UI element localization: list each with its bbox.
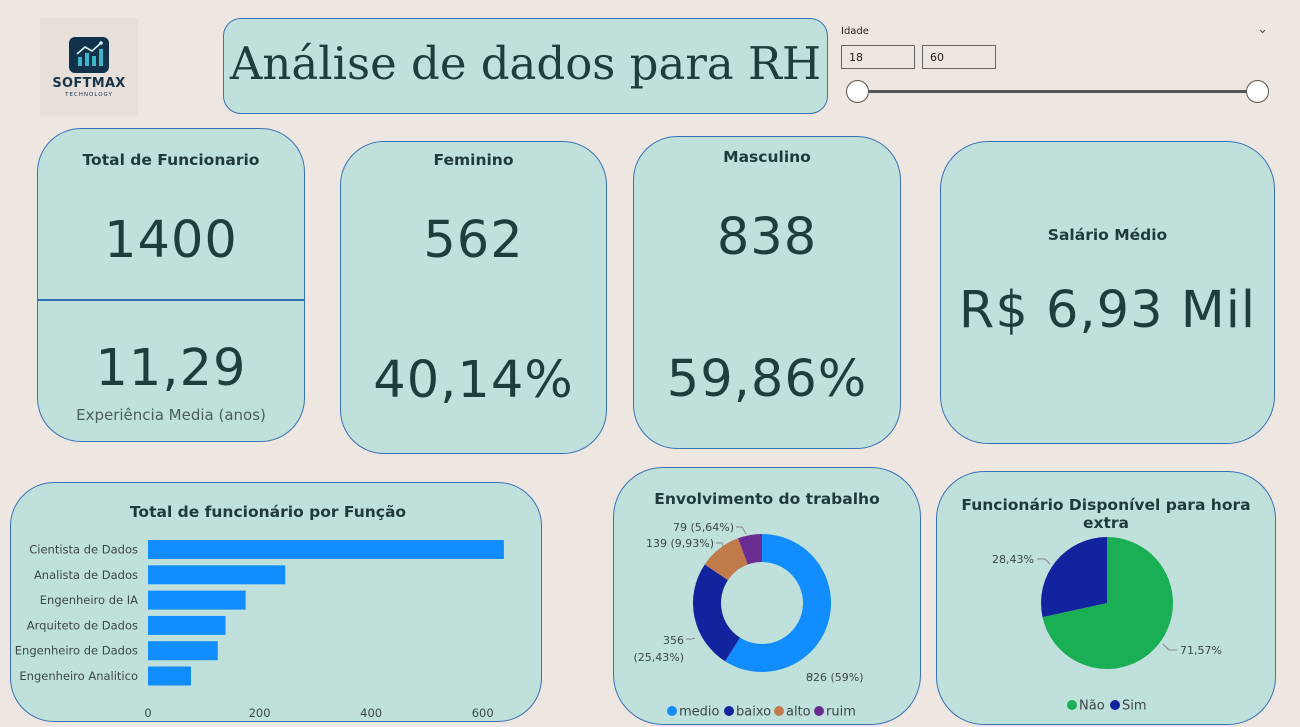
slider-min-handle[interactable] xyxy=(846,80,869,103)
bar-category-label: Engenheiro Analitico xyxy=(19,669,138,683)
bar-category-label: Analista de Dados xyxy=(34,568,138,582)
leader-line xyxy=(1037,558,1051,565)
age-min-input[interactable]: 18 xyxy=(841,45,915,69)
legend-label-Não: Não xyxy=(1079,699,1105,714)
slicer-label: Idade xyxy=(841,26,869,37)
salary-title: Salário Médio xyxy=(1047,226,1168,244)
male-card: Masculino 838 59,86% xyxy=(633,136,901,449)
experience-value: 11,29 xyxy=(95,339,247,398)
slice-label-medio: 826 (59%) xyxy=(806,671,864,684)
logo-tagline: TECHNOLOGY xyxy=(65,92,113,98)
leader-line xyxy=(1162,643,1177,651)
bar xyxy=(148,615,226,635)
salary-card: Salário Médio R$ 6,93 Mil xyxy=(940,141,1275,444)
legend-label-baixo: baixo xyxy=(736,705,771,720)
legend-label-ruim: ruim xyxy=(826,705,856,720)
female-percent: 40,14% xyxy=(373,351,574,410)
slider-track[interactable] xyxy=(857,90,1257,93)
age-max-input[interactable]: 60 xyxy=(922,45,996,69)
bar-category-label: Cientista de Dados xyxy=(29,543,138,557)
age-range-slicer[interactable]: Idade ⌄ 18 60 xyxy=(838,22,1274,112)
legend-marker-ruim xyxy=(814,706,824,716)
bar xyxy=(148,666,191,686)
legend-label-alto: alto xyxy=(786,705,811,720)
x-tick-label: 200 xyxy=(249,706,271,720)
role-bar-chart-card: Total de funcionário por Função Cientist… xyxy=(10,482,542,722)
male-percent: 59,86% xyxy=(666,350,868,409)
company-logo: SOFTMAX TECHNOLOGY xyxy=(40,18,138,116)
male-count: 838 xyxy=(716,208,818,267)
slice-label-baixo: 356 xyxy=(663,634,684,647)
donut-chart: 826 (59%) 356 (25,43%) 139 (9,93%) 79 (5,64%… xyxy=(633,521,864,720)
leader-line xyxy=(686,637,696,640)
slider-max-handle[interactable] xyxy=(1246,80,1269,103)
logo-name: SOFTMAX xyxy=(52,76,126,91)
legend-marker-Não xyxy=(1067,700,1077,710)
x-tick-label: 400 xyxy=(360,706,382,720)
bar xyxy=(148,565,286,585)
female-count: 562 xyxy=(423,211,524,270)
chart-growth-icon xyxy=(69,37,109,73)
legend-label-medio: medio xyxy=(679,705,720,720)
title-panel: Análise de dados para RH xyxy=(223,18,828,114)
bar-chart: Cientista de Dados Analista de Dados Engen… xyxy=(15,540,504,720)
total-employees-card: Total de Funcionario 1400 11,29 Experiên… xyxy=(37,128,305,442)
legend-marker-medio xyxy=(667,706,677,716)
legend-marker-baixo xyxy=(724,706,734,716)
female-title: Feminino xyxy=(433,151,514,169)
engagement-donut-card: Envolvimento do trabalho 826 (59%) 356 (25… xyxy=(613,467,921,725)
donut-slice-baixo xyxy=(693,564,741,662)
pie-chart: 71,57% 28,43% Não Sim xyxy=(992,537,1222,714)
bar-category-label: Engenheiro de IA xyxy=(40,593,138,607)
bar xyxy=(148,540,504,559)
slice-label-baixo-percent: (25,43%) xyxy=(633,651,684,664)
female-card: Feminino 562 40,14% xyxy=(340,141,607,454)
leader-line xyxy=(736,526,747,535)
card-divider xyxy=(37,299,305,301)
bar-category-label: Engenheiro de Dados xyxy=(15,644,138,658)
legend-label-Sim: Sim xyxy=(1122,699,1147,714)
legend-marker-alto xyxy=(774,706,784,716)
male-title: Masculino xyxy=(723,148,811,166)
salary-value: R$ 6,93 Mil xyxy=(958,281,1257,340)
bar xyxy=(148,641,218,661)
chevron-down-icon[interactable]: ⌄ xyxy=(1257,22,1268,37)
total-employees-value: 1400 xyxy=(104,211,238,270)
legend-marker-Sim xyxy=(1110,700,1120,710)
bar xyxy=(148,590,246,610)
bar-category-label: Arquiteto de Dados xyxy=(27,618,138,632)
x-tick-label: 600 xyxy=(472,706,494,720)
slice-label-alto: 139 (9,93%) xyxy=(646,537,714,550)
overtime-pie-card: Funcionário Disponível para hora extra 7… xyxy=(936,471,1276,725)
page-title: Análise de dados para RH xyxy=(229,37,822,90)
total-employees-title: Total de Funcionario xyxy=(82,151,260,169)
experience-label: Experiência Media (anos) xyxy=(76,406,266,424)
pie-label-nao: 71,57% xyxy=(1180,644,1222,657)
slice-label-ruim: 79 (5,64%) xyxy=(673,521,734,534)
x-tick-label: 0 xyxy=(144,706,151,720)
pie-slice-Sim xyxy=(1041,537,1107,618)
pie-label-sim: 28,43% xyxy=(992,553,1034,566)
